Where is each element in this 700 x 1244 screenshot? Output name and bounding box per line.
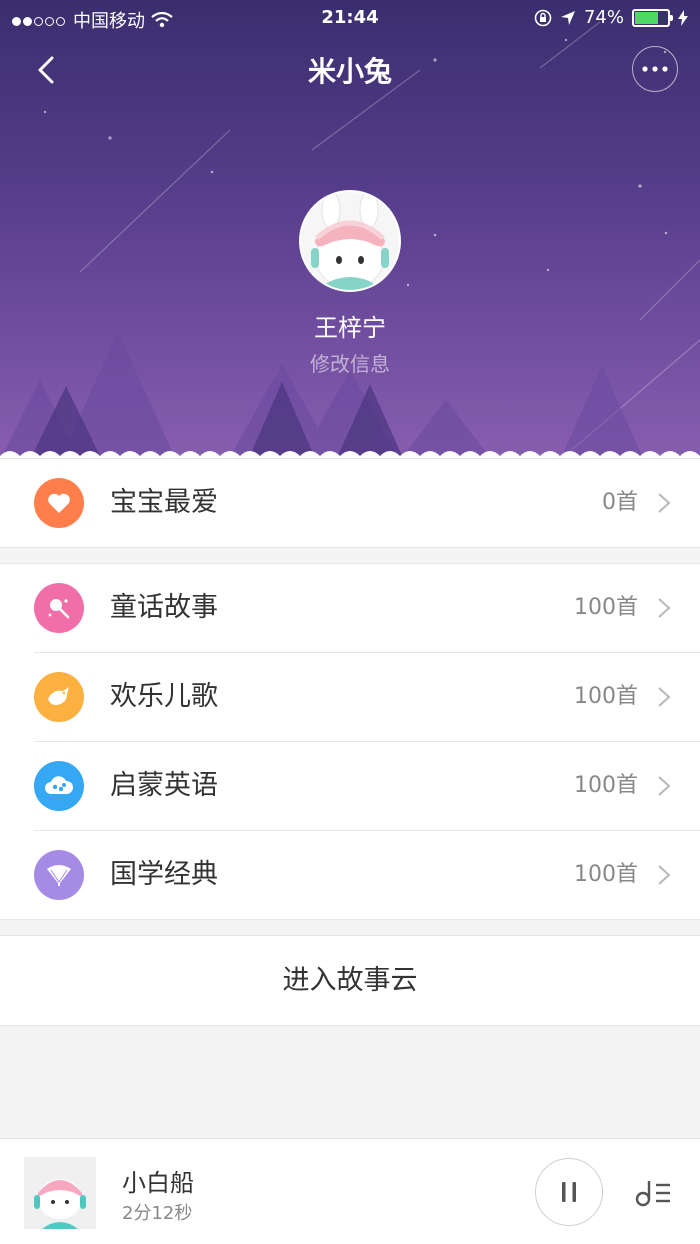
chevron-right-icon	[658, 776, 671, 796]
category-row-nursery-rhymes[interactable]: 欢乐儿歌 100首	[0, 653, 700, 741]
profile-name: 王梓宁	[314, 314, 386, 342]
bunny-cover-icon	[24, 1157, 96, 1229]
category-icon-circle	[34, 672, 84, 722]
bird-icon	[48, 687, 69, 706]
favorites-icon-circle	[34, 478, 84, 528]
fan-icon	[47, 865, 71, 886]
favorites-count: 0首	[602, 490, 638, 515]
battery-icon	[632, 8, 673, 27]
battery-level	[635, 11, 659, 24]
cloud-abc-icon	[45, 776, 74, 794]
favorites-label: 宝宝最爱	[110, 487, 218, 518]
category-label: 国学经典	[110, 859, 218, 890]
category-count: 100首	[574, 595, 638, 620]
more-button[interactable]	[632, 46, 678, 92]
category-label: 启蒙英语	[110, 770, 218, 801]
category-row-fairy-tales[interactable]: 童话故事 100首	[0, 564, 700, 652]
pause-button[interactable]	[535, 1158, 603, 1226]
edit-info-link[interactable]: 修改信息	[0, 348, 700, 377]
category-count: 100首	[574, 862, 638, 887]
pause-icon	[562, 1182, 576, 1202]
track-title: 小白船	[122, 1169, 194, 1197]
ellipsis-icon	[642, 66, 668, 72]
enter-story-cloud-button[interactable]: 进入故事云	[0, 935, 700, 1026]
charging-icon	[678, 9, 688, 26]
track-duration: 2分12秒	[122, 1203, 193, 1224]
mini-player: 小白船 2分12秒	[0, 1138, 700, 1244]
status-right: 74%	[534, 7, 688, 28]
bunny-avatar-icon	[301, 192, 399, 290]
page-title: 米小兔	[307, 55, 392, 88]
avatar[interactable]	[299, 190, 401, 292]
track-cover[interactable]	[24, 1157, 96, 1229]
location-arrow-icon	[560, 10, 575, 25]
rotation-lock-icon	[534, 9, 552, 26]
battery-percent: 74%	[583, 7, 624, 28]
category-label: 童话故事	[110, 592, 218, 623]
chevron-right-icon	[658, 598, 671, 618]
category-count: 100首	[574, 773, 638, 798]
favorites-row[interactable]: 宝宝最爱 0首	[0, 459, 700, 547]
category-icon-circle	[34, 761, 84, 811]
category-label: 欢乐儿歌	[110, 681, 218, 712]
heart-icon	[48, 493, 70, 513]
profile-header: 中国移动 21:44 74% 米小兔 王梓宁 修改信息	[0, 0, 700, 470]
categories-card: 童话故事 100首 欢乐儿歌 100首 启蒙英语 100首 国学经典 100首	[0, 563, 700, 920]
chevron-right-icon	[658, 687, 671, 707]
playlist-icon[interactable]	[634, 1177, 674, 1209]
chevron-right-icon	[658, 865, 671, 885]
favorites-card: 宝宝最爱 0首	[0, 458, 700, 548]
category-icon-circle	[34, 583, 84, 633]
status-bar: 中国移动 21:44 74%	[0, 0, 700, 36]
category-row-classics[interactable]: 国学经典 100首	[0, 831, 700, 919]
category-count: 100首	[574, 684, 638, 709]
category-icon-circle	[34, 850, 84, 900]
category-row-english[interactable]: 启蒙英语 100首	[0, 742, 700, 830]
chevron-right-icon	[658, 493, 671, 513]
magic-wand-icon	[48, 599, 70, 619]
